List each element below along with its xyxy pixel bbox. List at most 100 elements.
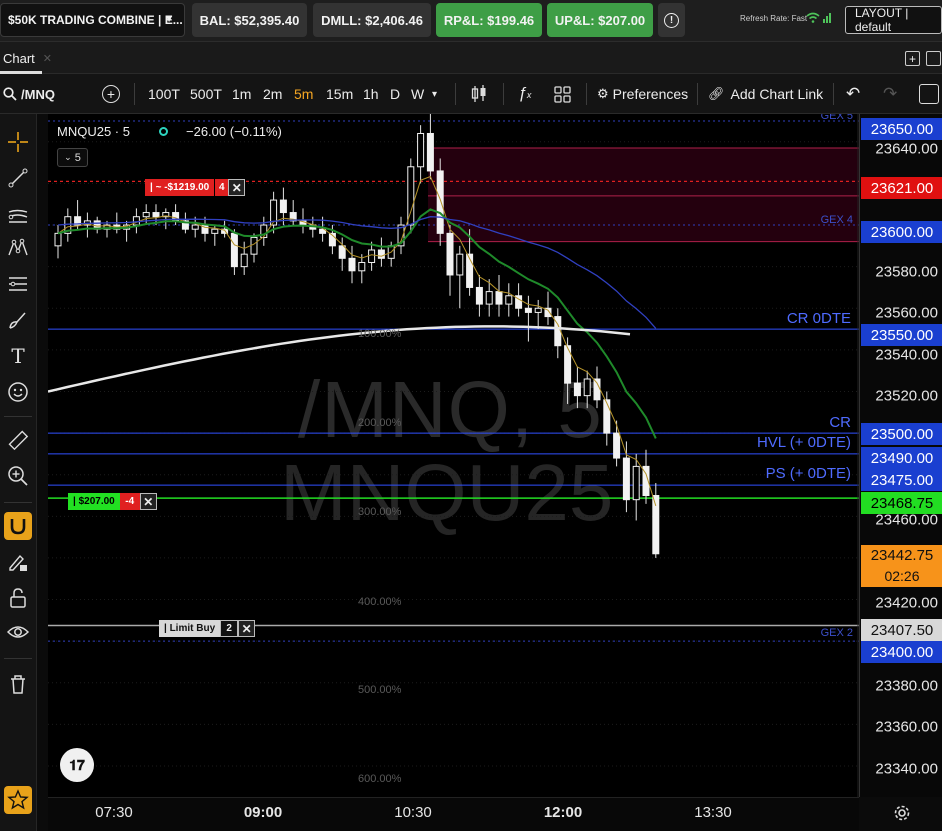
- candle-up: [485, 291, 493, 305]
- stop-order-tag[interactable]: | ~ -$1219.00 4 ✕: [145, 179, 246, 196]
- account-name: $50K TRADING COMBINE | E...: [8, 13, 183, 27]
- stop-price-box: 23621.00: [861, 177, 942, 199]
- last-price-box: 23442.75: [861, 545, 942, 565]
- lock-tool[interactable]: [4, 584, 32, 612]
- redo-icon[interactable]: ↷: [883, 74, 897, 114]
- function-icon: ƒx: [518, 85, 532, 102]
- candle-up: [211, 228, 219, 234]
- text-tool[interactable]: T: [4, 342, 32, 370]
- cr-price-box: 23500.00: [861, 423, 942, 445]
- price-axis[interactable]: 23640.00 23580.00 23560.00 23540.00 2352…: [859, 114, 942, 797]
- interval-1m[interactable]: 1m: [232, 74, 251, 114]
- visibility-tool[interactable]: [4, 618, 32, 646]
- chart-type-button[interactable]: [470, 74, 488, 114]
- chart-settings-icon[interactable]: [893, 804, 911, 822]
- time-tick: 12:00: [543, 804, 583, 821]
- percent-label: 200.00%: [358, 417, 402, 429]
- collapse-count: 5: [74, 151, 81, 164]
- gex2-price-box: 23400.00: [861, 641, 942, 663]
- text-icon: T: [11, 344, 25, 368]
- grid-icon: [554, 85, 571, 103]
- interval-1h[interactable]: 1h: [363, 74, 379, 114]
- plus-circle-icon: +: [102, 85, 120, 103]
- close-icon[interactable]: ✕: [238, 620, 256, 637]
- trendline-tool[interactable]: [4, 164, 32, 192]
- pitchfork-tool[interactable]: [4, 200, 32, 228]
- unrealized-pnl-badge: UP&L: $207.00: [547, 3, 653, 37]
- emoji-tool[interactable]: [4, 378, 32, 406]
- compare-button[interactable]: +: [102, 74, 120, 114]
- bar-countdown: 02:26: [861, 565, 942, 587]
- candle-down: [603, 399, 611, 434]
- price-chart: [48, 114, 859, 797]
- candle-up: [142, 212, 150, 218]
- magnet-tool[interactable]: [4, 512, 32, 540]
- price-tick: 23460.00: [875, 511, 938, 529]
- interval-15m[interactable]: 15m: [326, 74, 353, 114]
- gear-icon: ⚙: [597, 86, 609, 101]
- gex4-price-box: 23600.00: [861, 221, 942, 243]
- interval-d[interactable]: D: [390, 74, 400, 114]
- layout-selector[interactable]: LAYOUT | default: [845, 6, 942, 34]
- brush-icon: [9, 312, 26, 329]
- templates-button[interactable]: [554, 74, 571, 114]
- interval-dropdown-icon[interactable]: ▾: [432, 74, 437, 114]
- percent-label: 400.00%: [358, 596, 402, 608]
- interval-2m[interactable]: 2m: [263, 74, 282, 114]
- percent-label: 100.00%: [358, 328, 402, 340]
- favorites-tool[interactable]: [4, 786, 32, 814]
- zoom-tool[interactable]: [4, 462, 32, 490]
- account-bar: $50K TRADING COMBINE | E... ▼ BAL: $52,3…: [0, 0, 942, 42]
- brush-tool[interactable]: [4, 306, 32, 334]
- time-tick: 10:30: [394, 804, 432, 821]
- cr-label: CR: [829, 414, 851, 431]
- symbol-label: /MNQ: [21, 86, 55, 102]
- interval-100t[interactable]: 100T: [148, 74, 180, 114]
- preferences-button[interactable]: ⚙ Preferences: [597, 74, 688, 114]
- maximize-icon[interactable]: [926, 51, 941, 66]
- tab-chart[interactable]: Chart ✕: [0, 42, 52, 74]
- position-tag[interactable]: | $207.00 -4 ✕: [68, 493, 157, 510]
- crosshair-tool[interactable]: [4, 128, 32, 156]
- position-qty: -4: [119, 493, 140, 510]
- link-icon: 🔗︎: [708, 86, 725, 101]
- delete-drawings-tool[interactable]: [4, 670, 32, 698]
- symbol-search[interactable]: /MNQ: [3, 74, 55, 114]
- time-tick: 07:30: [95, 804, 133, 821]
- price-tick: 23580.00: [875, 263, 938, 281]
- star-icon: [7, 789, 29, 810]
- dmll-badge: DMLL: $2,406.46: [313, 3, 431, 37]
- candle-up: [132, 216, 140, 226]
- interval-500t[interactable]: 500T: [190, 74, 222, 114]
- collapse-legend-button[interactable]: ⌄ 5: [57, 148, 88, 167]
- candle-down: [348, 257, 356, 272]
- tradingview-logo[interactable]: 𝟏𝟕: [60, 748, 94, 782]
- add-tab-icon[interactable]: +: [905, 51, 920, 66]
- refresh-rate-label: Refresh Rate: Fast: [740, 14, 808, 23]
- price-tick: 23340.00: [875, 760, 938, 778]
- fullscreen-button[interactable]: [919, 74, 939, 114]
- fib-tool[interactable]: [4, 270, 32, 298]
- measure-tool[interactable]: [4, 426, 32, 454]
- close-icon[interactable]: ✕: [228, 179, 246, 196]
- chevron-down-icon: ⌄: [64, 152, 72, 162]
- add-chart-link-button[interactable]: 🔗︎ Add Chart Link: [708, 74, 823, 114]
- time-axis[interactable]: 07:30 09:00 10:30 12:00 13:30: [48, 797, 859, 831]
- limit-order-tag[interactable]: | Limit Buy 2 ✕: [159, 620, 256, 637]
- lock-drawing-tool[interactable]: [4, 548, 32, 576]
- tv-icon: 𝟏𝟕: [69, 756, 85, 773]
- undo-icon[interactable]: ↶: [846, 74, 860, 114]
- chart-pane[interactable]: /MNQ, 5 MNQU25 MNQU25 · 5 −26.00 (−0.11%…: [48, 114, 859, 797]
- add-chart-link-label: Add Chart Link: [730, 86, 824, 102]
- interval-5m[interactable]: 5m: [294, 74, 313, 114]
- close-icon[interactable]: ✕: [139, 493, 157, 510]
- pattern-tool[interactable]: [4, 234, 32, 262]
- candle-up: [54, 232, 62, 247]
- info-button[interactable]: !: [658, 3, 685, 37]
- candle-up: [240, 253, 248, 268]
- account-selector[interactable]: $50K TRADING COMBINE | E... ▼: [0, 3, 185, 37]
- price-tick: 23640.00: [875, 140, 938, 158]
- close-icon[interactable]: ✕: [43, 52, 52, 65]
- interval-w[interactable]: W: [411, 74, 424, 114]
- indicators-button[interactable]: ƒx: [518, 74, 531, 114]
